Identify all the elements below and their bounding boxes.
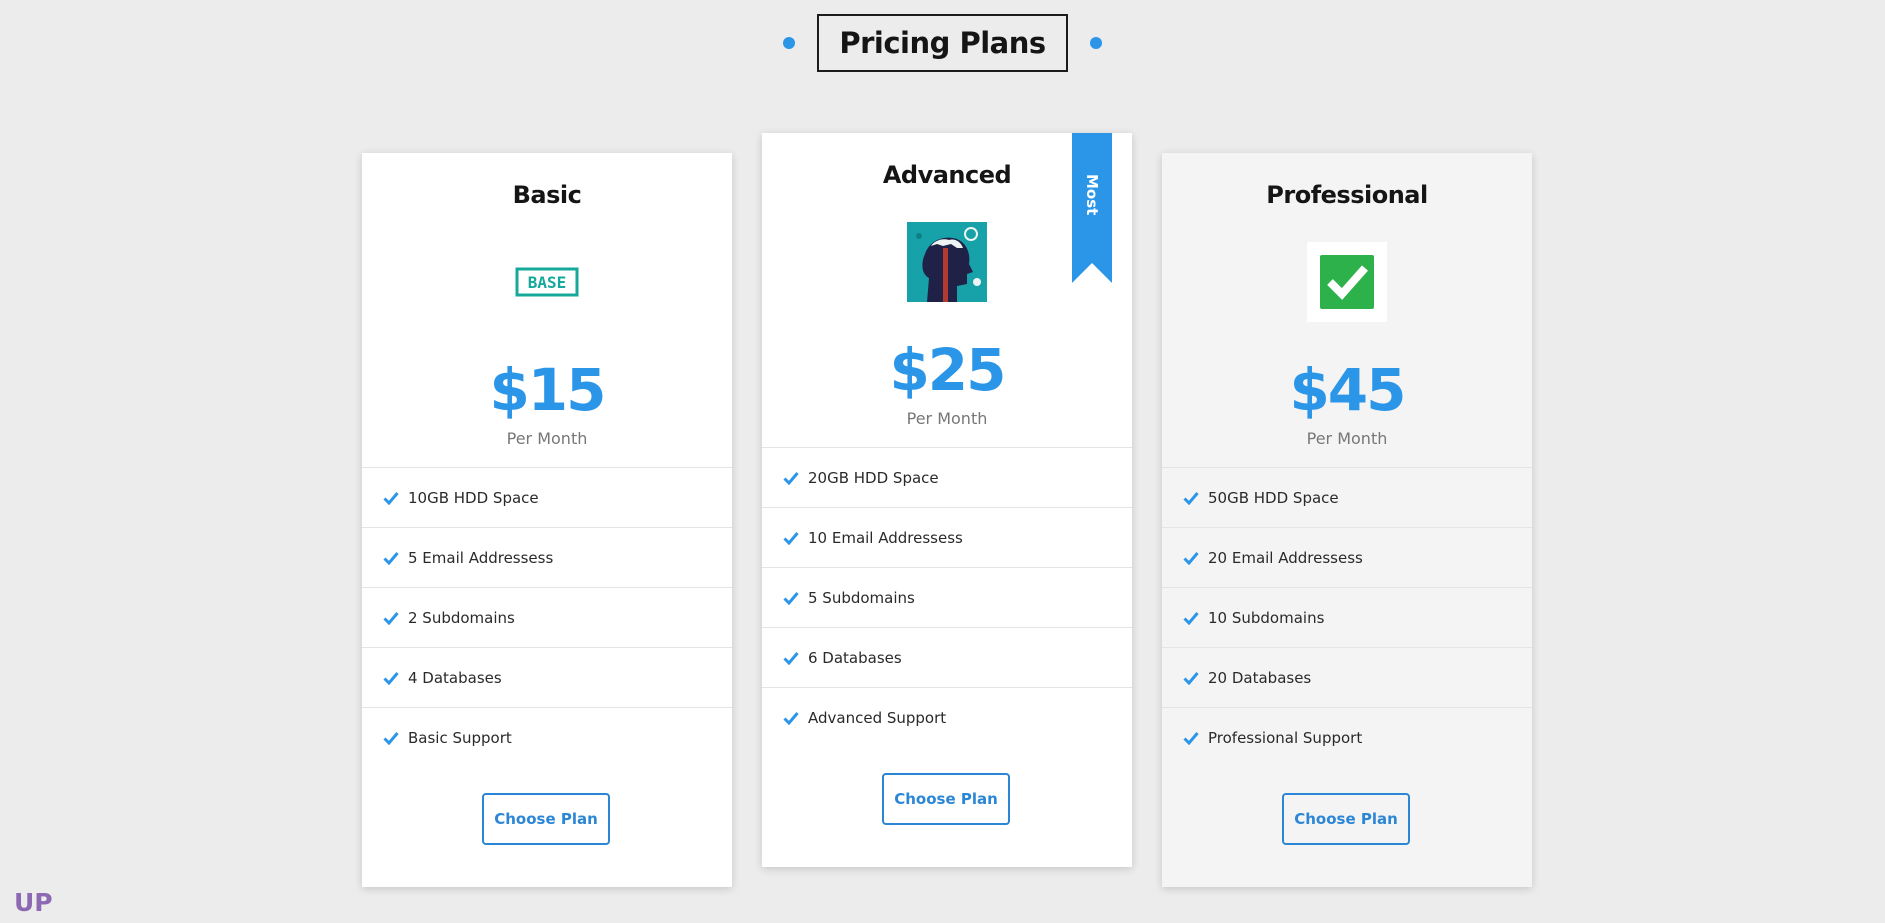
plan-card-advanced: Advanced $25 Per Month 20GB HDD Space 10… <box>762 133 1132 867</box>
page-header: Pricing Plans <box>0 14 1885 72</box>
plan-period: Per Month <box>1306 429 1388 448</box>
up-logo[interactable]: UP <box>14 888 53 917</box>
check-icon <box>383 551 399 565</box>
feature-list: 10GB HDD Space 5 Email Addressess 2 Subd… <box>362 467 732 767</box>
feature-item: 4 Databases <box>362 647 732 707</box>
head-gears-icon <box>907 222 987 302</box>
feature-text: 5 Subdomains <box>808 588 915 607</box>
check-icon <box>1183 731 1199 745</box>
feature-text: Professional Support <box>1208 728 1363 747</box>
feature-item: 20 Email Addressess <box>1162 527 1532 587</box>
plan-name: Basic <box>512 181 582 209</box>
feature-item: Professional Support <box>1162 707 1532 767</box>
check-icon <box>783 711 799 725</box>
check-icon <box>783 651 799 665</box>
feature-item: 5 Email Addressess <box>362 527 732 587</box>
feature-item: Advanced Support <box>762 687 1132 747</box>
feature-item: 10 Subdomains <box>1162 587 1532 647</box>
feature-text: 20GB HDD Space <box>808 468 939 487</box>
feature-text: 10 Email Addressess <box>808 528 963 547</box>
base-logo-icon: BASE <box>507 242 587 322</box>
feature-item: 2 Subdomains <box>362 587 732 647</box>
plan-card-professional: Professional $45 Per Month 50GB HDD Spac… <box>1162 153 1532 887</box>
choose-plan-button[interactable]: Choose Plan <box>482 793 610 845</box>
feature-item: 20GB HDD Space <box>762 447 1132 507</box>
feature-item: 6 Databases <box>762 627 1132 687</box>
check-icon <box>1183 611 1199 625</box>
check-icon <box>383 491 399 505</box>
feature-item: 50GB HDD Space <box>1162 467 1532 527</box>
feature-text: 10 Subdomains <box>1208 608 1325 627</box>
check-icon <box>1183 551 1199 565</box>
feature-list: 20GB HDD Space 10 Email Addressess 5 Sub… <box>762 447 1132 747</box>
feature-text: 4 Databases <box>408 668 502 687</box>
check-icon <box>1183 491 1199 505</box>
plan-name: Professional <box>1266 181 1428 209</box>
feature-item: Basic Support <box>362 707 732 767</box>
choose-plan-button[interactable]: Choose Plan <box>1282 793 1410 845</box>
check-icon <box>783 471 799 485</box>
feature-text: 20 Email Addressess <box>1208 548 1363 567</box>
feature-text: Basic Support <box>408 728 512 747</box>
feature-text: 2 Subdomains <box>408 608 515 627</box>
feature-item: 20 Databases <box>1162 647 1532 707</box>
plan-price: $45 <box>1289 356 1406 424</box>
check-icon <box>783 591 799 605</box>
feature-text: 10GB HDD Space <box>408 488 539 507</box>
feature-text: Advanced Support <box>808 708 947 727</box>
feature-text: 5 Email Addressess <box>408 548 554 567</box>
plan-price: $25 <box>889 336 1006 404</box>
most-popular-badge: Most Popular <box>1043 162 1101 228</box>
feature-item: 10GB HDD Space <box>362 467 732 527</box>
check-icon <box>1183 671 1199 685</box>
check-icon <box>383 611 399 625</box>
feature-item: 5 Subdomains <box>762 567 1132 627</box>
page-title: Pricing Plans <box>817 14 1068 72</box>
plan-price: $15 <box>489 356 606 424</box>
plan-card-basic: Basic BASE $15 Per Month 10GB HDD Space … <box>362 153 732 887</box>
feature-text: 6 Databases <box>808 648 902 667</box>
base-logo-text: BASE <box>528 273 567 292</box>
check-icon <box>383 731 399 745</box>
feature-list: 50GB HDD Space 20 Email Addressess 10 Su… <box>1162 467 1532 767</box>
plan-period: Per Month <box>906 409 988 428</box>
header-dot-right <box>1089 37 1102 49</box>
checkmark-icon <box>1307 242 1387 322</box>
plan-period: Per Month <box>506 429 588 448</box>
choose-plan-button[interactable]: Choose Plan <box>882 773 1010 825</box>
check-icon <box>783 531 799 545</box>
check-icon <box>383 671 399 685</box>
feature-item: 10 Email Addressess <box>762 507 1132 567</box>
header-dot-left <box>783 37 796 49</box>
feature-text: 20 Databases <box>1208 668 1312 687</box>
feature-text: 50GB HDD Space <box>1208 488 1339 507</box>
